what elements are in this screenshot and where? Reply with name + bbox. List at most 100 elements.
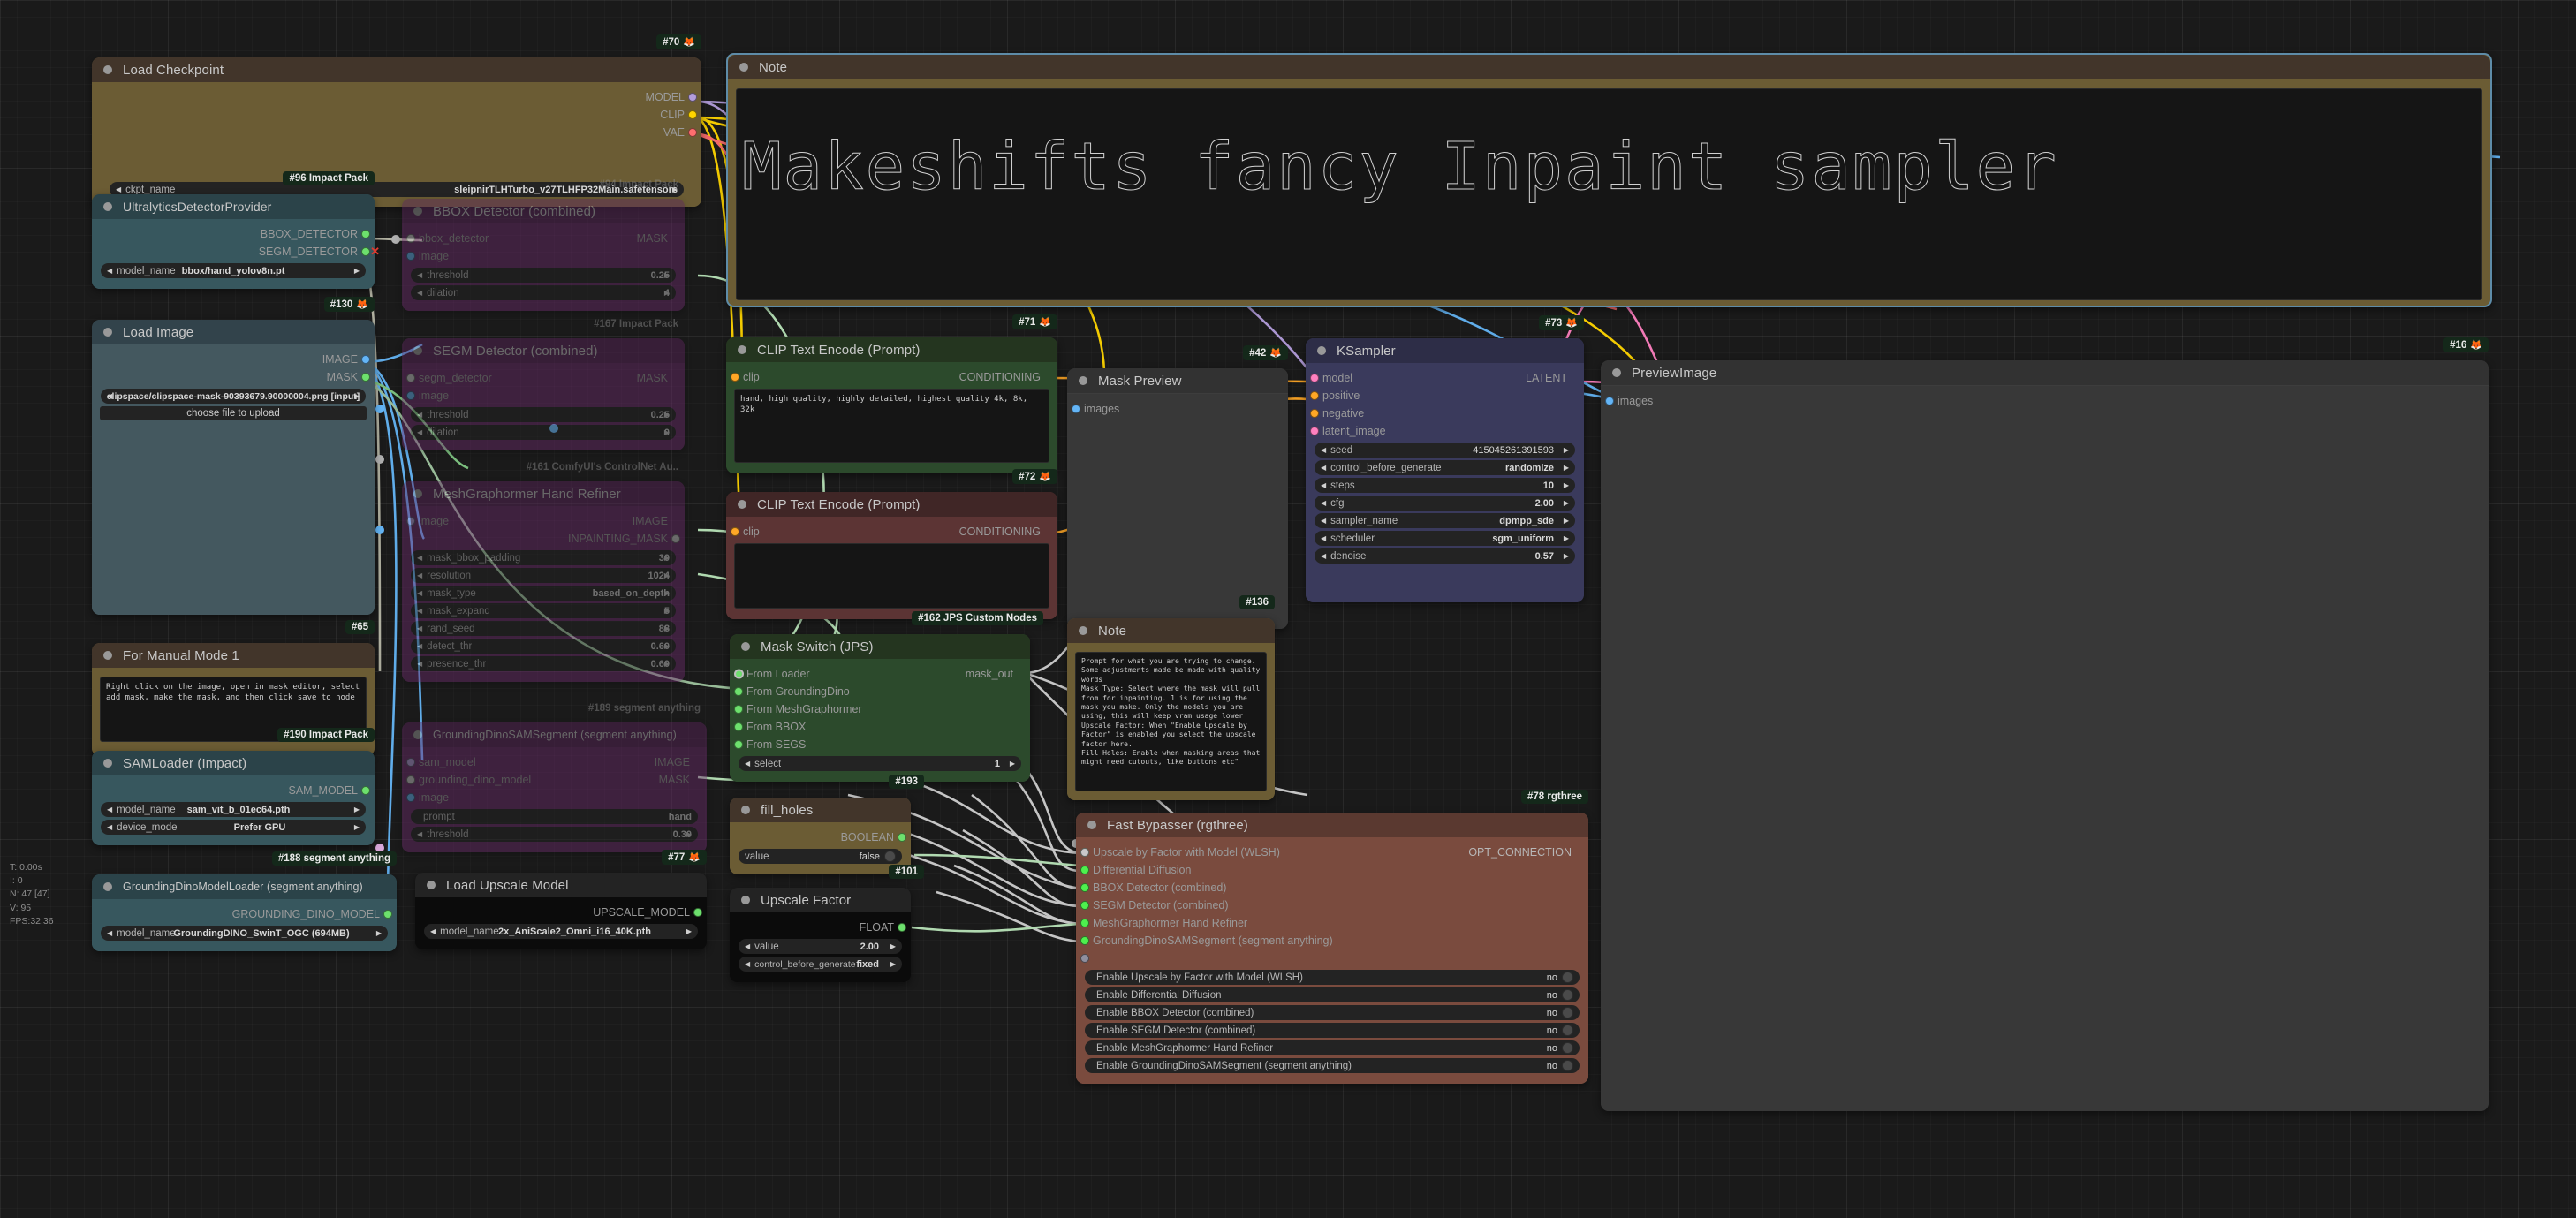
prompt-textarea[interactable]: [734, 543, 1049, 609]
widget-device-mode[interactable]: ◀ device_mode Prefer GPU ▶: [101, 820, 366, 835]
widget-upscale-value[interactable]: ◀ value 2.00 ▶: [739, 939, 902, 954]
widget-select[interactable]: ◀ select 1 ▶: [739, 756, 1021, 771]
widget-sampler-name[interactable]: ◀ sampler_name dpmpp_sde ▶: [1315, 513, 1575, 528]
widget-rand-seed[interactable]: ◀ rand_seed 88 ▶: [411, 621, 676, 636]
node-title-bar[interactable]: Load Upscale Model: [415, 873, 707, 897]
output-slot-float[interactable]: FLOAT: [730, 919, 911, 936]
node-title-bar[interactable]: Load Image: [92, 320, 375, 344]
input-slot-negative[interactable]: negative: [1306, 405, 1584, 422]
widget-cfg[interactable]: ◀ cfg 2.00 ▶: [1315, 496, 1575, 511]
widget-dino-model-name[interactable]: ◀ model_name GroundingDINO_SwinT_OGC (694…: [101, 926, 388, 941]
port-inpainting-mask[interactable]: [671, 534, 680, 543]
collapse-dot[interactable]: [103, 759, 112, 768]
chevron-right-icon[interactable]: ▶: [664, 411, 670, 419]
input-slot-model[interactable]: model LATENT: [1306, 369, 1584, 387]
chevron-left-icon[interactable]: ◀: [417, 428, 422, 436]
collapse-dot[interactable]: [103, 202, 112, 211]
widget-detect-thr[interactable]: ◀ detect_thr 0.60 ▶: [411, 639, 676, 654]
node-groundingdino-model-loader[interactable]: #188 segment anything GroundingDinoModel…: [92, 851, 397, 951]
node-title-bar[interactable]: Mask Preview: [1067, 368, 1288, 394]
toggle-enable-segm-detector[interactable]: Enable SEGM Detector (combined) no: [1085, 1023, 1580, 1038]
node-mask-switch-jps[interactable]: #162 JPS Custom Nodes Mask Switch (JPS) …: [730, 611, 1043, 782]
input-slot-latent-image[interactable]: latent_image: [1306, 422, 1584, 440]
input-slot-from-groundingdino[interactable]: From GroundingDino: [730, 683, 1030, 700]
chevron-right-icon[interactable]: ▶: [664, 642, 670, 650]
chevron-right-icon[interactable]: ▶: [664, 554, 670, 562]
chevron-right-icon[interactable]: ▶: [354, 823, 360, 831]
chevron-left-icon[interactable]: ◀: [745, 942, 750, 950]
toggle-knob[interactable]: [1562, 1042, 1573, 1054]
port-clip[interactable]: [688, 110, 697, 119]
collapse-dot[interactable]: [1317, 346, 1326, 355]
node-title-bar[interactable]: KSampler: [1306, 338, 1584, 363]
chevron-right-icon[interactable]: ▶: [1564, 499, 1569, 507]
widget-control-before-generate[interactable]: ◀ control_before_generate randomize ▶: [1315, 460, 1575, 475]
input-slot-upscale-wlsh[interactable]: Upscale by Factor with Model (WLSH) OPT_…: [1076, 844, 1588, 861]
chevron-right-icon[interactable]: ▶: [354, 267, 360, 275]
port-image-out[interactable]: [406, 517, 415, 526]
node-title-bar[interactable]: Load Checkpoint: [92, 57, 701, 82]
graph-canvas[interactable]: #70 🦊 Load Checkpoint MODEL CLIP VAE ◀ ckp…: [0, 0, 2576, 1218]
chevron-left-icon[interactable]: ◀: [417, 571, 422, 579]
widget-seed[interactable]: ◀ seed 415045261391593 ▶: [1315, 443, 1575, 458]
chevron-left-icon[interactable]: ◀: [107, 823, 112, 831]
toggle-enable-meshgraphormer[interactable]: Enable MeshGraphormer Hand Refiner no: [1085, 1040, 1580, 1055]
node-ultralytics-detector-provider[interactable]: #96 Impact Pack UltralyticsDetectorProvi…: [92, 171, 380, 289]
port-image-in[interactable]: [406, 793, 415, 802]
input-slot-positive[interactable]: positive: [1306, 387, 1584, 405]
chevron-right-icon[interactable]: ▶: [376, 929, 382, 937]
chevron-left-icon[interactable]: ◀: [1321, 534, 1326, 542]
toggle-knob[interactable]: [884, 851, 896, 862]
input-slot-bbox-detector[interactable]: bbox_detector MASK: [402, 230, 685, 247]
chevron-left-icon[interactable]: ◀: [116, 185, 121, 193]
node-title-bar[interactable]: CLIP Text Encode (Prompt): [726, 337, 1057, 362]
chevron-left-icon[interactable]: ◀: [417, 589, 422, 597]
collapse-dot[interactable]: [1079, 626, 1087, 635]
chevron-left-icon[interactable]: ◀: [417, 554, 422, 562]
chevron-left-icon[interactable]: ◀: [430, 927, 436, 935]
chevron-left-icon[interactable]: ◀: [107, 929, 112, 937]
node-title-bar[interactable]: BBOX Detector (combined): [402, 199, 685, 223]
port-mask-out[interactable]: [406, 374, 415, 382]
node-mask-preview[interactable]: #42 🦊 Mask Preview images: [1067, 345, 1288, 629]
toggle-enable-upscale-wlsh[interactable]: Enable Upscale by Factor with Model (WLS…: [1085, 970, 1580, 985]
node-meshgraphormer-hand-refiner[interactable]: #161 ComfyUI's ControlNet Au.. MeshGraph…: [402, 462, 685, 682]
chevron-right-icon[interactable]: ▶: [1564, 552, 1569, 560]
choose-file-upload-button[interactable]: choose file to upload: [100, 406, 367, 420]
chevron-left-icon[interactable]: ◀: [1321, 499, 1326, 507]
chevron-right-icon[interactable]: ▶: [664, 289, 670, 297]
collapse-dot[interactable]: [413, 346, 422, 355]
output-slot-sam-model[interactable]: SAM_MODEL: [92, 782, 375, 799]
collapse-dot[interactable]: [413, 207, 422, 216]
widget-resolution[interactable]: ◀ resolution 1024 ▶: [411, 568, 676, 583]
chevron-right-icon[interactable]: ▶: [664, 607, 670, 615]
chevron-right-icon[interactable]: ▶: [890, 942, 896, 950]
output-slot-boolean[interactable]: BOOLEAN: [730, 828, 911, 846]
toggle-enable-bbox-detector[interactable]: Enable BBOX Detector (combined) no: [1085, 1005, 1580, 1020]
collapse-dot[interactable]: [103, 328, 112, 337]
collapse-dot[interactable]: [1087, 821, 1096, 829]
port-latent-out[interactable]: [1310, 374, 1319, 382]
node-clip-text-encode-negative[interactable]: #72 🦊 CLIP Text Encode (Prompt) clip COND…: [726, 469, 1057, 619]
port-bbox-detector[interactable]: [361, 230, 370, 238]
input-slot-clip[interactable]: clip CONDITIONING: [726, 368, 1057, 386]
chevron-right-icon[interactable]: ▶: [1010, 760, 1015, 768]
output-slot-image[interactable]: IMAGE: [92, 351, 375, 368]
chevron-left-icon[interactable]: ◀: [417, 624, 422, 632]
port-grounding-dino-model[interactable]: [383, 910, 392, 919]
chevron-right-icon[interactable]: ▶: [686, 927, 692, 935]
output-slot-segm-detector[interactable]: SEGM_DETECTOR ✕: [92, 243, 380, 261]
collapse-dot[interactable]: [413, 489, 422, 498]
node-title-bar[interactable]: Fast Bypasser (rgthree): [1076, 813, 1588, 837]
node-title-bar[interactable]: MeshGraphormer Hand Refiner: [402, 481, 685, 506]
node-title-bar[interactable]: fill_holes: [730, 798, 911, 822]
port-dino-sam-segment[interactable]: [1080, 936, 1089, 945]
node-fast-bypasser-rgthree[interactable]: #78 rgthree Fast Bypasser (rgthree) Upsc…: [1076, 790, 1588, 1084]
port-model[interactable]: [688, 93, 697, 102]
port-image-in[interactable]: [406, 391, 415, 400]
collapse-dot[interactable]: [738, 345, 746, 354]
widget-prompt[interactable]: prompt hand: [411, 809, 698, 824]
port-latent-image-in[interactable]: [1310, 427, 1319, 435]
node-bbox-detector-combined[interactable]: #94 Impact Pack BBOX Detector (combined)…: [402, 179, 685, 311]
input-slot-image[interactable]: image: [402, 789, 707, 806]
